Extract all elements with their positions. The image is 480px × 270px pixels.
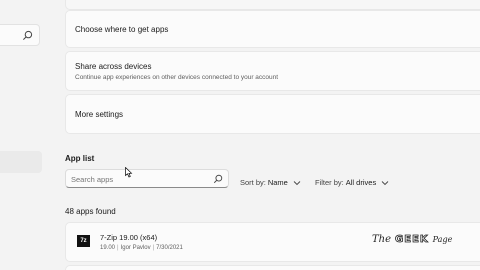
app-install-date: 7/30/2021 [156, 245, 183, 251]
settings-card-partial [65, 0, 480, 10]
search-apps-field[interactable] [65, 169, 229, 188]
app-list-item-partial[interactable] [65, 265, 480, 270]
mouse-cursor-icon [125, 167, 133, 178]
watermark-page: Page [432, 235, 453, 244]
watermark-geek: GEEK [395, 234, 429, 246]
app-name: 7-Zip 19.00 (x64) [100, 233, 158, 242]
chevron-down-icon [293, 180, 301, 185]
chevron-down-icon [381, 180, 389, 185]
filter-by-value: All drives [345, 178, 377, 187]
watermark-logo: The GEEK Page [372, 234, 453, 246]
sort-by-dropdown[interactable]: Sort by: Name [240, 178, 301, 187]
filter-by-label: Filter by: [315, 178, 344, 187]
app-publisher: Igor Pavlov [120, 245, 151, 251]
nav-item-selected[interactable] [0, 151, 42, 173]
search-apps-input[interactable] [71, 173, 211, 185]
filter-by-dropdown[interactable]: Filter by: All drives [315, 178, 389, 187]
7zip-app-icon: 7z [77, 235, 90, 247]
choose-apps-card[interactable]: Choose where to get apps [65, 10, 480, 48]
app-version: 19.00 [100, 245, 116, 251]
share-devices-card[interactable]: Share across devices Continue app experi… [65, 51, 480, 91]
sort-by-value: Name [267, 178, 288, 187]
search-icon [23, 30, 33, 40]
app-meta: 19.00 | Igor Pavlov | 7/30/2021 [100, 245, 183, 251]
share-devices-title: Share across devices [75, 62, 152, 71]
more-settings-title: More settings [75, 110, 124, 119]
app-list-heading: App list [65, 154, 95, 163]
choose-apps-title: Choose where to get apps [75, 25, 169, 34]
watermark-the: The [372, 234, 392, 245]
search-icon [213, 174, 223, 184]
sort-by-label: Sort by: [240, 178, 266, 187]
more-settings-card[interactable]: More settings [65, 94, 480, 134]
nav-search-box[interactable] [0, 24, 40, 46]
settings-window: Choose where to get apps Share across de… [0, 0, 480, 270]
share-devices-subtitle: Continue app experiences on other device… [75, 74, 279, 81]
apps-found-count: 48 apps found [65, 207, 116, 216]
